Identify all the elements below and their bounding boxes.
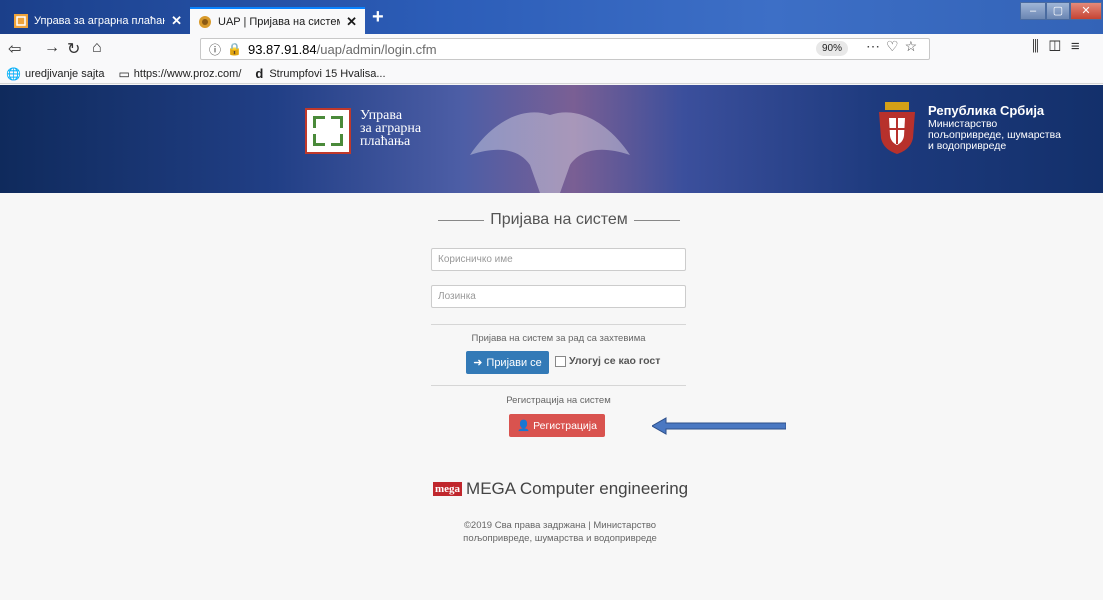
register-button-label: Регистрација <box>533 419 597 432</box>
eagle-emblem-icon <box>470 112 630 193</box>
new-tab-button[interactable]: + <box>372 6 384 29</box>
coat-of-arms-icon <box>879 102 915 154</box>
reload-icon[interactable]: ↻ <box>67 39 80 59</box>
menu-icon[interactable]: ≡ <box>1071 38 1090 55</box>
toolbar-icons: ⫼◫≡ <box>1032 38 1090 55</box>
header-banner: Управа за аграрна плаћања Република Срби… <box>0 85 1103 193</box>
bookmark-label: uredjivanje sajta <box>24 67 105 80</box>
url-path: /uap/admin/login.cfm <box>316 41 437 57</box>
library-icon[interactable]: ⫼ <box>1032 38 1049 55</box>
insecure-lock-icon[interactable]: 🔒 <box>227 42 242 56</box>
tab-inactive[interactable]: Управа за аграрна плаћања | ... ✕ <box>6 7 190 34</box>
tab-active[interactable]: UAP | Пријава на систем ✕ <box>190 7 365 34</box>
minimize-icon[interactable]: – <box>1020 2 1046 20</box>
login-caption: Пријава на систем за рад са захтевима <box>471 333 646 344</box>
heading-divider <box>633 219 680 221</box>
zoom-indicator[interactable]: 90% <box>816 41 849 56</box>
register-caption: Регистрација на систем <box>506 395 611 406</box>
login-heading: Пријава на систем <box>432 208 686 232</box>
url-host: 93.87.91.84 <box>247 41 317 57</box>
guest-login-checkbox[interactable]: Улогуј се као гост <box>555 355 660 367</box>
bookmark-item[interactable]: ▭ https://www.proz.com/ <box>118 67 241 81</box>
heading-divider <box>438 219 485 221</box>
tab-title: Управа за аграрна плаћања | ... <box>34 14 165 27</box>
bookmark-item[interactable]: d Strumpfovi 15 Hvalisa... <box>255 66 385 81</box>
close-tab-icon[interactable]: ✕ <box>346 14 357 30</box>
page-title: Пријава на систем <box>490 211 628 228</box>
uap-logo[interactable] <box>305 108 351 154</box>
checkbox-icon[interactable] <box>555 355 566 367</box>
login-button[interactable]: ➜ Пријави се <box>466 351 549 374</box>
pocket-icon[interactable]: ♡ <box>886 38 905 54</box>
add-user-icon: 👤 <box>517 420 531 432</box>
username-input[interactable]: Корисничко име <box>431 248 686 271</box>
forward-icon[interactable]: → <box>44 39 60 57</box>
page-actions: ⋯♡☆ <box>866 38 923 55</box>
divider <box>431 385 686 386</box>
password-input[interactable]: Лозинка <box>431 285 686 308</box>
back-icon[interactable]: ⇦ <box>8 39 21 59</box>
close-window-icon[interactable]: ✕ <box>1070 2 1102 20</box>
maximize-icon[interactable]: ▢ <box>1046 2 1070 20</box>
close-tab-icon[interactable]: ✕ <box>171 13 182 29</box>
bookmark-label: https://www.proz.com/ <box>133 67 242 80</box>
login-button-label: Пријави се <box>486 356 542 369</box>
site-favicon-icon <box>199 15 211 28</box>
annotation-arrow-icon <box>652 417 786 435</box>
copyright-text: ©2019 Сва права задржана | Министарство … <box>463 520 657 544</box>
divider <box>431 324 686 325</box>
uap-logo-text: Управа за аграрна плаћања <box>360 108 422 149</box>
bookmark-item[interactable]: 🌐 uredjivanje sajta <box>6 67 104 81</box>
mega-badge: mega <box>433 482 463 496</box>
page-icon: ▭ <box>118 66 130 81</box>
globe-icon: 🌐 <box>6 66 21 81</box>
mega-text: MEGA Computer engineering <box>466 479 689 498</box>
sidebar-icon[interactable]: ◫ <box>1049 38 1071 55</box>
star-icon[interactable]: ☆ <box>905 38 924 54</box>
sign-in-icon: ➜ <box>473 357 483 369</box>
tab-bar: Управа за аграрна плаћања | ... ✕ UAP | … <box>0 0 1103 34</box>
more-icon[interactable]: ⋯ <box>866 38 886 54</box>
tab-title: UAP | Пријава на систем <box>218 15 341 28</box>
home-icon[interactable]: ⌂ <box>92 39 102 57</box>
bookmark-label: Strumpfovi 15 Hvalisa... <box>269 67 386 80</box>
bookmarks-bar: 🌐 uredjivanje sajta ▭ https://www.proz.c… <box>0 64 1103 84</box>
mega-logo[interactable]: mega MEGA Computer engineering <box>433 479 688 499</box>
register-button[interactable]: 👤 Регистрација <box>509 414 605 437</box>
navigation-bar: ⇦ → ↻ ⌂ ⓘ 🔒 93.87.91.84 /uap/admin/login… <box>0 34 1103 64</box>
site-favicon-icon <box>14 13 28 28</box>
d-icon: d <box>255 66 264 81</box>
info-icon[interactable]: ⓘ <box>209 41 221 58</box>
guest-label: Улогуј се као гост <box>569 355 661 367</box>
ministry-text: Република Србија Министарство пољопривре… <box>928 103 1061 152</box>
